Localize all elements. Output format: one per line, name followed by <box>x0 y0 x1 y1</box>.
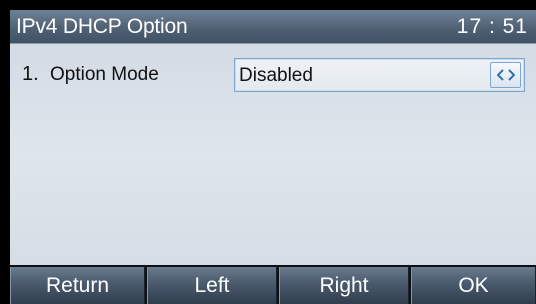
phone-screen: IPv4 DHCP Option 17 : 51 1. Option Mode … <box>10 10 536 304</box>
page-title: IPv4 DHCP Option <box>16 15 188 38</box>
left-button[interactable]: Left <box>147 267 277 304</box>
ok-button[interactable]: OK <box>411 267 536 304</box>
option-mode-value: Disabled <box>239 65 313 86</box>
list-item-option-mode[interactable]: 1. Option Mode Disabled <box>10 53 536 93</box>
option-mode-select[interactable]: Disabled <box>234 58 525 92</box>
left-right-switch-icon[interactable] <box>490 62 521 88</box>
title-bar: IPv4 DHCP Option 17 : 51 <box>10 10 536 43</box>
softkey-bar: Return Left Right OK <box>10 265 536 304</box>
list-item-number: 1. <box>22 63 39 85</box>
clock: 17 : 51 <box>456 15 528 38</box>
right-button[interactable]: Right <box>279 267 409 304</box>
return-button[interactable]: Return <box>10 267 145 304</box>
list-item-label: Option Mode <box>50 64 159 85</box>
settings-list: 1. Option Mode Disabled <box>10 43 536 265</box>
